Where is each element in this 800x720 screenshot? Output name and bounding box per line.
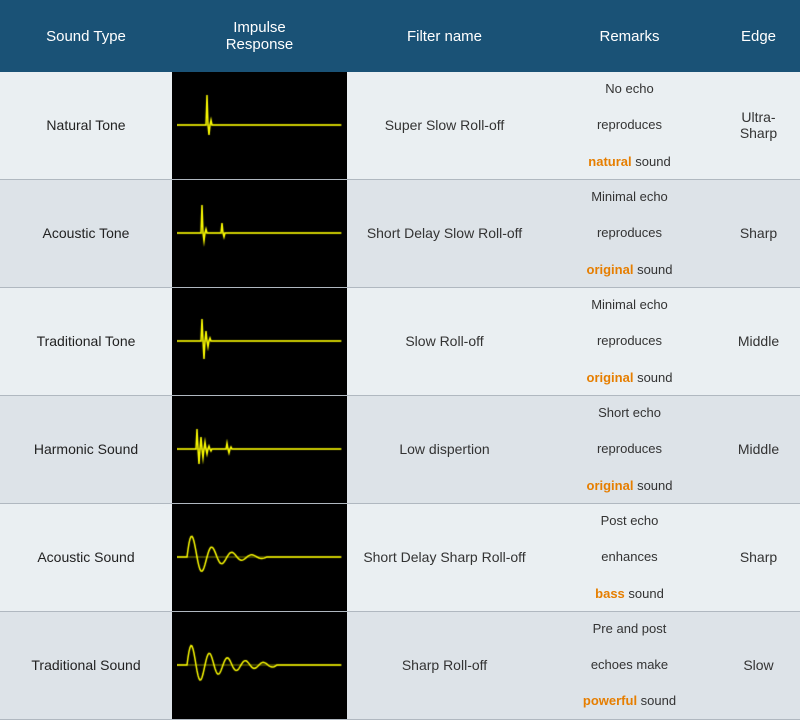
remarks-line1: Minimal echo — [591, 296, 668, 314]
filter-name-cell: Low dispertion — [347, 396, 542, 503]
remarks-line1: Post echo — [601, 512, 659, 530]
sound-type-cell: Traditional Tone — [0, 288, 172, 395]
table-row: Harmonic Sound Low dispertion Short echo re… — [0, 396, 800, 504]
remarks-cell: Pre and post echoes make powerful sound — [542, 612, 717, 719]
remarks-highlight-word: bass — [595, 586, 625, 601]
waveform-canvas — [177, 633, 342, 697]
waveform-canvas — [177, 93, 342, 157]
remarks-cell: No echo reproduces natural sound — [542, 72, 717, 179]
remarks-cell: Minimal echo reproduces original sound — [542, 288, 717, 395]
sound-type-cell: Natural Tone — [0, 72, 172, 179]
header-remarks: Remarks — [542, 0, 717, 72]
edge-cell: Ultra-Sharp — [717, 72, 800, 179]
sound-type-cell: Traditional Sound — [0, 612, 172, 719]
remarks-line2: echoes make — [591, 656, 668, 674]
remarks-line2: enhances — [601, 548, 657, 566]
remarks-highlight-line: bass sound — [595, 585, 664, 603]
remarks-highlight-word: original — [587, 262, 634, 277]
remarks-line1: Short echo — [598, 404, 661, 422]
comparison-table: Sound Type Impulse Response Filter name … — [0, 0, 800, 503]
edge-cell: Middle — [717, 288, 800, 395]
edge-cell: Middle — [717, 396, 800, 503]
filter-name-cell: Short Delay Sharp Roll-off — [347, 504, 542, 611]
impulse-cell — [172, 180, 347, 287]
sound-type-cell: Acoustic Sound — [0, 504, 172, 611]
impulse-cell — [172, 288, 347, 395]
remarks-line1: Pre and post — [593, 620, 667, 638]
remarks-highlight-line: original sound — [587, 477, 673, 495]
remarks-line2: reproduces — [597, 116, 662, 134]
waveform-canvas — [177, 417, 342, 481]
waveform-canvas — [177, 525, 342, 589]
impulse-cell — [172, 504, 347, 611]
table-row: Traditional SoundSharp Roll-offPre and p… — [0, 612, 800, 720]
edge-cell: Slow — [717, 612, 800, 719]
filter-name-cell: Super Slow Roll-off — [347, 72, 542, 179]
remarks-line1: Minimal echo — [591, 188, 668, 206]
waveform-canvas — [177, 201, 342, 265]
table-row: Acoustic Sound Short Delay Sharp Roll-off… — [0, 504, 800, 612]
remarks-line2: reproduces — [597, 332, 662, 350]
impulse-cell — [172, 396, 347, 503]
header-filter: Filter name — [347, 0, 542, 72]
impulse-cell — [172, 72, 347, 179]
remarks-line1: No echo — [605, 80, 653, 98]
impulse-cell — [172, 612, 347, 719]
remarks-highlight-line: original sound — [587, 261, 673, 279]
remarks-highlight-word: original — [587, 478, 634, 493]
sound-type-cell: Harmonic Sound — [0, 396, 172, 503]
remarks-line2: reproduces — [597, 440, 662, 458]
remarks-cell: Minimal echo reproduces original sound — [542, 180, 717, 287]
table-row: Acoustic ToneShort Delay Slow Roll-offMi… — [0, 180, 800, 288]
remarks-highlight-line: original sound — [587, 369, 673, 387]
table-row: Natural Tone Super Slow Roll-off No echo re… — [0, 72, 800, 180]
remarks-highlight-line: powerful sound — [583, 692, 676, 710]
table-body: Natural Tone Super Slow Roll-off No echo re… — [0, 72, 800, 720]
table-header: Sound Type Impulse Response Filter name … — [0, 0, 800, 72]
remarks-line2: reproduces — [597, 224, 662, 242]
remarks-cell: Post echo enhances bass sound — [542, 504, 717, 611]
header-sound-type: Sound Type — [0, 0, 172, 72]
remarks-cell: Short echo reproduces original sound — [542, 396, 717, 503]
sound-type-cell: Acoustic Tone — [0, 180, 172, 287]
table-row: Traditional ToneSlow Roll-offMinimal ech… — [0, 288, 800, 396]
filter-name-cell: Slow Roll-off — [347, 288, 542, 395]
filter-name-cell: Sharp Roll-off — [347, 612, 542, 719]
remarks-highlight-word: natural — [588, 154, 631, 169]
header-edge: Edge — [717, 0, 800, 72]
remarks-highlight-line: natural sound — [588, 153, 670, 171]
edge-cell: Sharp — [717, 180, 800, 287]
waveform-canvas — [177, 309, 342, 373]
header-impulse: Impulse Response — [172, 0, 347, 72]
remarks-highlight-word: powerful — [583, 693, 637, 708]
filter-name-cell: Short Delay Slow Roll-off — [347, 180, 542, 287]
edge-cell: Sharp — [717, 504, 800, 611]
remarks-highlight-word: original — [587, 370, 634, 385]
